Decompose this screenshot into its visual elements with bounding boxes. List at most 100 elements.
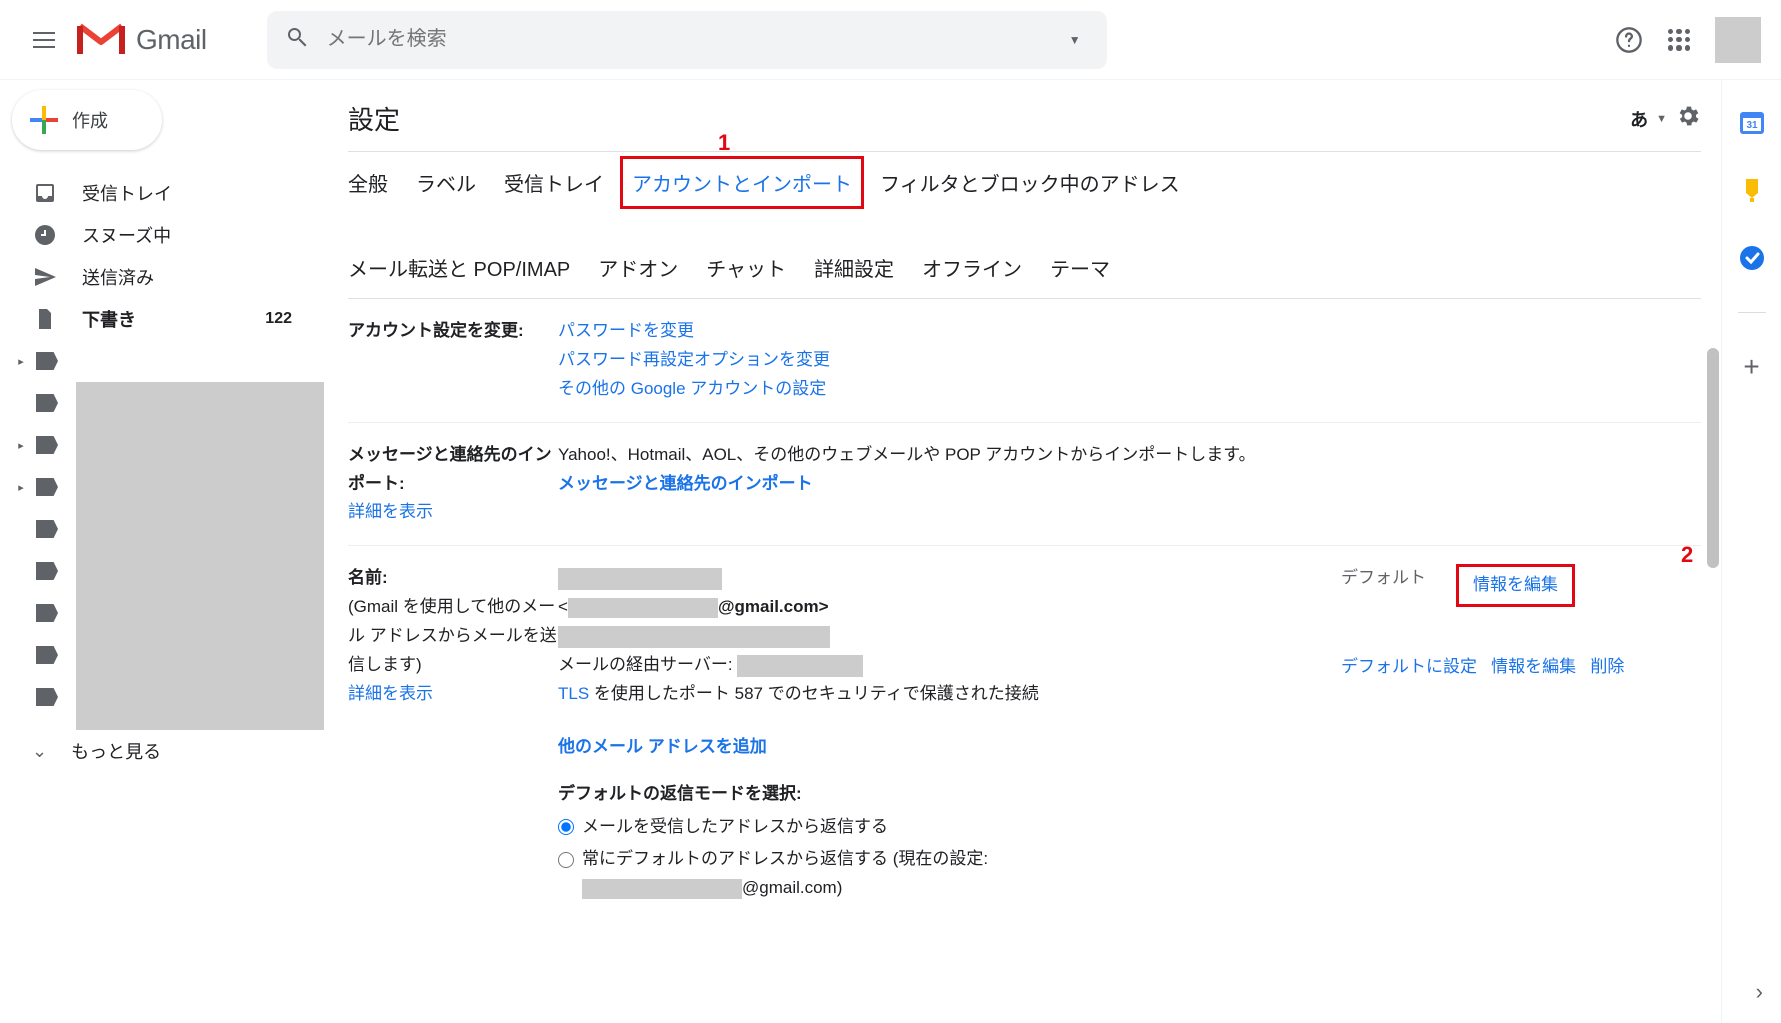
reply-mode-label: デフォルトの返信モードを選択: bbox=[558, 780, 1341, 809]
sidebar-label-row[interactable]: ▸ bbox=[12, 466, 58, 508]
tab-general[interactable]: 全般 bbox=[348, 168, 388, 197]
sidebar-more-label: もっと見る bbox=[71, 738, 161, 764]
sidebar-item-label: 下書き bbox=[82, 306, 136, 332]
sidebar-label-row[interactable] bbox=[12, 676, 58, 718]
calendar-icon[interactable]: 31 bbox=[1738, 108, 1766, 136]
reply-option-2[interactable]: 常にデフォルトのアドレスから返信する (現在の設定: bbox=[558, 845, 1341, 874]
email-domain: @gmail.com> bbox=[718, 597, 829, 616]
tab-chat[interactable]: チャット bbox=[706, 253, 786, 282]
sidebar-nav: 受信トレイ スヌーズ中 送信済み 下書き 122 ▸ ▸ bbox=[0, 172, 320, 772]
caret-down-icon[interactable]: ▼ bbox=[1656, 113, 1667, 125]
divider bbox=[1738, 312, 1766, 313]
search-icon bbox=[285, 25, 309, 54]
input-language[interactable]: あ bbox=[1630, 106, 1648, 132]
compose-label: 作成 bbox=[72, 107, 108, 133]
default-label: デフォルト bbox=[1341, 564, 1426, 593]
apps-grid-icon[interactable] bbox=[1665, 26, 1693, 54]
settings-toolbar: あ ▼ bbox=[1630, 103, 1701, 134]
search-bar[interactable]: ▼ bbox=[267, 11, 1107, 69]
product-name: Gmail bbox=[136, 24, 207, 56]
link-change-recovery[interactable]: パスワード再設定オプションを変更 bbox=[558, 350, 830, 369]
keep-icon[interactable] bbox=[1738, 176, 1766, 204]
compose-button[interactable]: 作成 bbox=[12, 90, 162, 150]
tasks-icon[interactable] bbox=[1738, 244, 1766, 272]
collapse-panel-icon[interactable]: › bbox=[1756, 979, 1763, 1005]
label-icon bbox=[36, 394, 58, 412]
sidebar-label-row[interactable] bbox=[12, 382, 58, 424]
sidebar-item-snoozed[interactable]: スヌーズ中 bbox=[0, 214, 320, 256]
chevron-down-icon: ⌄ bbox=[32, 741, 47, 762]
sidebar-label-row[interactable] bbox=[12, 634, 58, 676]
link-add-another-address[interactable]: 他のメール アドレスを追加 bbox=[558, 737, 767, 756]
tab-advanced[interactable]: 詳細設定 bbox=[814, 253, 894, 282]
sidebar-label-placeholder bbox=[76, 382, 324, 730]
sidebar-label-row[interactable] bbox=[12, 508, 58, 550]
section-send-as: 名前: (Gmail を使用して他のメール アドレスからメールを送信します) 詳… bbox=[348, 546, 1701, 921]
tab-inbox[interactable]: 受信トレイ bbox=[504, 168, 604, 197]
sidebar-item-drafts[interactable]: 下書き 122 bbox=[0, 298, 320, 340]
reply-opt2-suffix: @gmail.com) bbox=[742, 878, 842, 897]
label-icon bbox=[36, 604, 58, 622]
link-show-details[interactable]: 詳細を表示 bbox=[348, 680, 558, 709]
sidebar-item-sent[interactable]: 送信済み bbox=[0, 256, 320, 298]
gear-icon[interactable] bbox=[1675, 103, 1701, 134]
section-sublabel: (Gmail を使用して他のメール アドレスからメールを送信します) bbox=[348, 593, 558, 680]
tab-forwarding[interactable]: メール転送と POP/IMAP bbox=[348, 253, 570, 282]
tab-addons[interactable]: アドオン bbox=[598, 253, 678, 282]
sidebar-label-row[interactable]: ▸ bbox=[0, 340, 320, 382]
link-edit-info-2[interactable]: 情報を編集 bbox=[1491, 657, 1576, 676]
redacted-server bbox=[737, 655, 863, 677]
header-right bbox=[1615, 17, 1761, 63]
search-input[interactable] bbox=[327, 28, 1061, 51]
link-import-messages[interactable]: メッセージと連絡先のインポート bbox=[558, 474, 813, 493]
annotation-num-2: 2 bbox=[1681, 536, 1693, 573]
sidebar-label-row[interactable]: ▸ bbox=[12, 424, 58, 466]
link-delete[interactable]: 削除 bbox=[1590, 657, 1624, 676]
link-set-default[interactable]: デフォルトに設定 bbox=[1341, 657, 1477, 676]
reply-option-1[interactable]: メールを受信したアドレスから返信する bbox=[558, 813, 1341, 842]
annotation-box-2: 情報を編集 bbox=[1456, 564, 1575, 607]
sidebar: 作成 受信トレイ スヌーズ中 送信済み 下書き 122 ▸ bbox=[0, 80, 320, 1023]
sidebar-label-row[interactable] bbox=[12, 550, 58, 592]
label-icon bbox=[36, 562, 58, 580]
drafts-count: 122 bbox=[265, 310, 292, 328]
add-addon-icon[interactable]: + bbox=[1738, 353, 1766, 381]
section-account-change: アカウント設定を変更: パスワードを変更 パスワード再設定オプションを変更 その… bbox=[348, 299, 1701, 423]
redacted-name bbox=[558, 568, 722, 590]
help-icon[interactable] bbox=[1615, 26, 1643, 54]
clock-icon bbox=[32, 222, 58, 248]
relay-label: メールの経由サーバー: bbox=[558, 655, 733, 674]
header: Gmail ▼ bbox=[0, 0, 1781, 80]
email-prefix: < bbox=[558, 597, 568, 616]
link-edit-info-1[interactable]: 情報を編集 bbox=[1473, 575, 1558, 594]
tab-offline[interactable]: オフライン bbox=[922, 253, 1022, 282]
link-change-password[interactable]: パスワードを変更 bbox=[558, 321, 694, 340]
radio-reply-received[interactable] bbox=[558, 819, 574, 835]
section-label: アカウント設定を変更: bbox=[348, 317, 558, 404]
sidebar-item-label: 受信トレイ bbox=[82, 180, 172, 206]
search-options-caret[interactable]: ▼ bbox=[1061, 25, 1089, 55]
send-icon bbox=[32, 264, 58, 290]
radio-reply-default[interactable] bbox=[558, 852, 574, 868]
account-avatar[interactable] bbox=[1715, 17, 1761, 63]
link-other-account-settings[interactable]: その他の Google アカウントの設定 bbox=[558, 379, 826, 398]
link-show-details[interactable]: 詳細を表示 bbox=[348, 498, 558, 527]
settings-panel: 設定 あ ▼ 1 全般 ラベル 受信トレイ アカウントとインポート フィルタとブ… bbox=[320, 80, 1721, 1023]
tab-labels[interactable]: ラベル bbox=[416, 168, 476, 197]
sidebar-label-row[interactable] bbox=[12, 592, 58, 634]
sidebar-more[interactable]: ⌄ もっと見る bbox=[0, 730, 320, 772]
sidebar-item-inbox[interactable]: 受信トレイ bbox=[0, 172, 320, 214]
reply-opt2-label: 常にデフォルトのアドレスから返信する (現在の設定: bbox=[582, 845, 988, 874]
label-icon bbox=[36, 520, 58, 538]
settings-header: 設定 あ ▼ bbox=[348, 100, 1701, 152]
tab-filters[interactable]: フィルタとブロック中のアドレス bbox=[880, 168, 1180, 197]
redacted-alias bbox=[558, 626, 830, 648]
tls-link[interactable]: TLS bbox=[558, 684, 589, 703]
scrollbar[interactable] bbox=[1707, 348, 1719, 568]
section-label: 名前: bbox=[348, 568, 388, 587]
tab-themes[interactable]: テーマ bbox=[1050, 253, 1110, 282]
main-menu-button[interactable] bbox=[20, 16, 68, 64]
tab-accounts-import[interactable]: アカウントとインポート bbox=[632, 168, 852, 197]
sidebar-item-label: 送信済み bbox=[82, 264, 154, 290]
gmail-logo[interactable]: Gmail bbox=[76, 20, 207, 60]
